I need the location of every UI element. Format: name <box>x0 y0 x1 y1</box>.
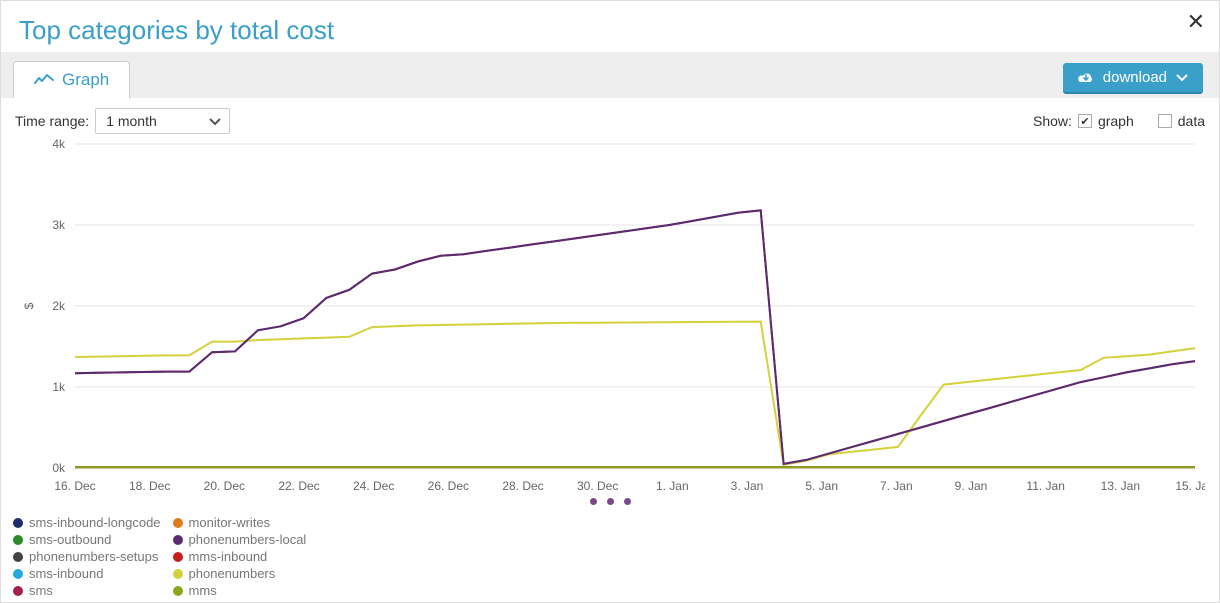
svg-text:2k: 2k <box>52 299 66 313</box>
legend-label: phonenumbers <box>189 566 276 581</box>
time-range-select[interactable]: 1 month <box>95 108 230 134</box>
svg-text:1. Jan: 1. Jan <box>656 479 689 493</box>
chart-nav-dots <box>15 498 1205 505</box>
legend-item[interactable]: monitor-writes <box>173 515 307 530</box>
svg-text:16. Dec: 16. Dec <box>54 479 95 493</box>
legend-item[interactable]: mms-inbound <box>173 549 307 564</box>
legend-label: monitor-writes <box>189 515 271 530</box>
nav-dot[interactable] <box>624 498 631 505</box>
legend-swatch <box>173 518 183 528</box>
tab-label: Graph <box>62 70 109 90</box>
tab-bar: Graph download <box>1 52 1219 98</box>
legend-label: mms <box>189 583 217 598</box>
tab-graph[interactable]: Graph <box>13 61 130 98</box>
svg-text:1k: 1k <box>52 380 66 394</box>
legend-item[interactable]: sms-inbound <box>13 566 161 581</box>
nav-dot[interactable] <box>607 498 614 505</box>
svg-text:20. Dec: 20. Dec <box>204 479 245 493</box>
legend-item[interactable]: sms-inbound-longcode <box>13 515 161 530</box>
legend-item[interactable]: sms-outbound <box>13 532 161 547</box>
show-graph-label: graph <box>1098 113 1134 129</box>
legend-swatch <box>13 586 23 596</box>
legend-swatch <box>173 535 183 545</box>
svg-text:24. Dec: 24. Dec <box>353 479 394 493</box>
svg-text:$: $ <box>22 302 36 309</box>
close-icon[interactable]: ✕ <box>1187 9 1205 35</box>
svg-text:3k: 3k <box>52 218 66 232</box>
legend-label: sms <box>29 583 53 598</box>
show-label: Show: <box>1033 113 1072 129</box>
show-data-label: data <box>1178 113 1205 129</box>
show-data-checkbox[interactable] <box>1158 114 1172 128</box>
legend-label: phonenumbers-local <box>189 532 307 547</box>
nav-dot[interactable] <box>590 498 597 505</box>
legend-label: sms-outbound <box>29 532 111 547</box>
svg-text:28. Dec: 28. Dec <box>502 479 543 493</box>
svg-text:4k: 4k <box>52 138 66 151</box>
svg-text:11. Jan: 11. Jan <box>1026 479 1064 493</box>
time-range-value: 1 month <box>106 113 157 129</box>
svg-text:26. Dec: 26. Dec <box>428 479 469 493</box>
svg-text:15. Jan: 15. Jan <box>1175 479 1205 493</box>
legend-swatch <box>13 535 23 545</box>
svg-text:0k: 0k <box>52 461 66 475</box>
svg-text:13. Jan: 13. Jan <box>1101 479 1140 493</box>
legend-swatch <box>13 569 23 579</box>
legend-item[interactable]: phonenumbers <box>173 566 307 581</box>
svg-text:18. Dec: 18. Dec <box>129 479 170 493</box>
legend-item[interactable]: phonenumbers-local <box>173 532 307 547</box>
page-title: Top categories by total cost <box>19 15 334 46</box>
legend-item[interactable]: mms <box>173 583 307 598</box>
time-range-label: Time range: <box>15 113 89 129</box>
legend-label: phonenumbers-setups <box>29 549 158 564</box>
legend-label: mms-inbound <box>189 549 268 564</box>
legend-swatch <box>13 552 23 562</box>
legend-item[interactable]: sms <box>13 583 161 598</box>
legend-swatch <box>173 586 183 596</box>
show-graph-checkbox[interactable]: ✔ <box>1078 114 1092 128</box>
chart-legend: sms-inbound-longcode sms-outbound phonenum… <box>13 515 306 598</box>
svg-text:30. Dec: 30. Dec <box>577 479 618 493</box>
cost-chart: 0k 1k 2k 3k 4k $16. Dec 18. Dec 20. Dec 22. Dec 2… <box>15 138 1205 498</box>
legend-swatch <box>173 569 183 579</box>
legend-swatch <box>173 552 183 562</box>
svg-text:22. Dec: 22. Dec <box>278 479 319 493</box>
svg-text:7. Jan: 7. Jan <box>880 479 913 493</box>
legend-label: sms-inbound-longcode <box>29 515 161 530</box>
download-label: download <box>1103 69 1167 86</box>
download-button[interactable]: download <box>1063 63 1203 92</box>
svg-text:3. Jan: 3. Jan <box>731 479 764 493</box>
download-icon <box>1077 71 1095 85</box>
svg-text:9. Jan: 9. Jan <box>955 479 988 493</box>
graph-icon <box>34 73 54 87</box>
chevron-down-icon <box>209 113 221 129</box>
legend-label: sms-inbound <box>29 566 103 581</box>
legend-item[interactable]: phonenumbers-setups <box>13 549 161 564</box>
legend-swatch <box>13 518 23 528</box>
chevron-down-icon <box>1175 73 1189 83</box>
svg-text:5. Jan: 5. Jan <box>805 479 838 493</box>
